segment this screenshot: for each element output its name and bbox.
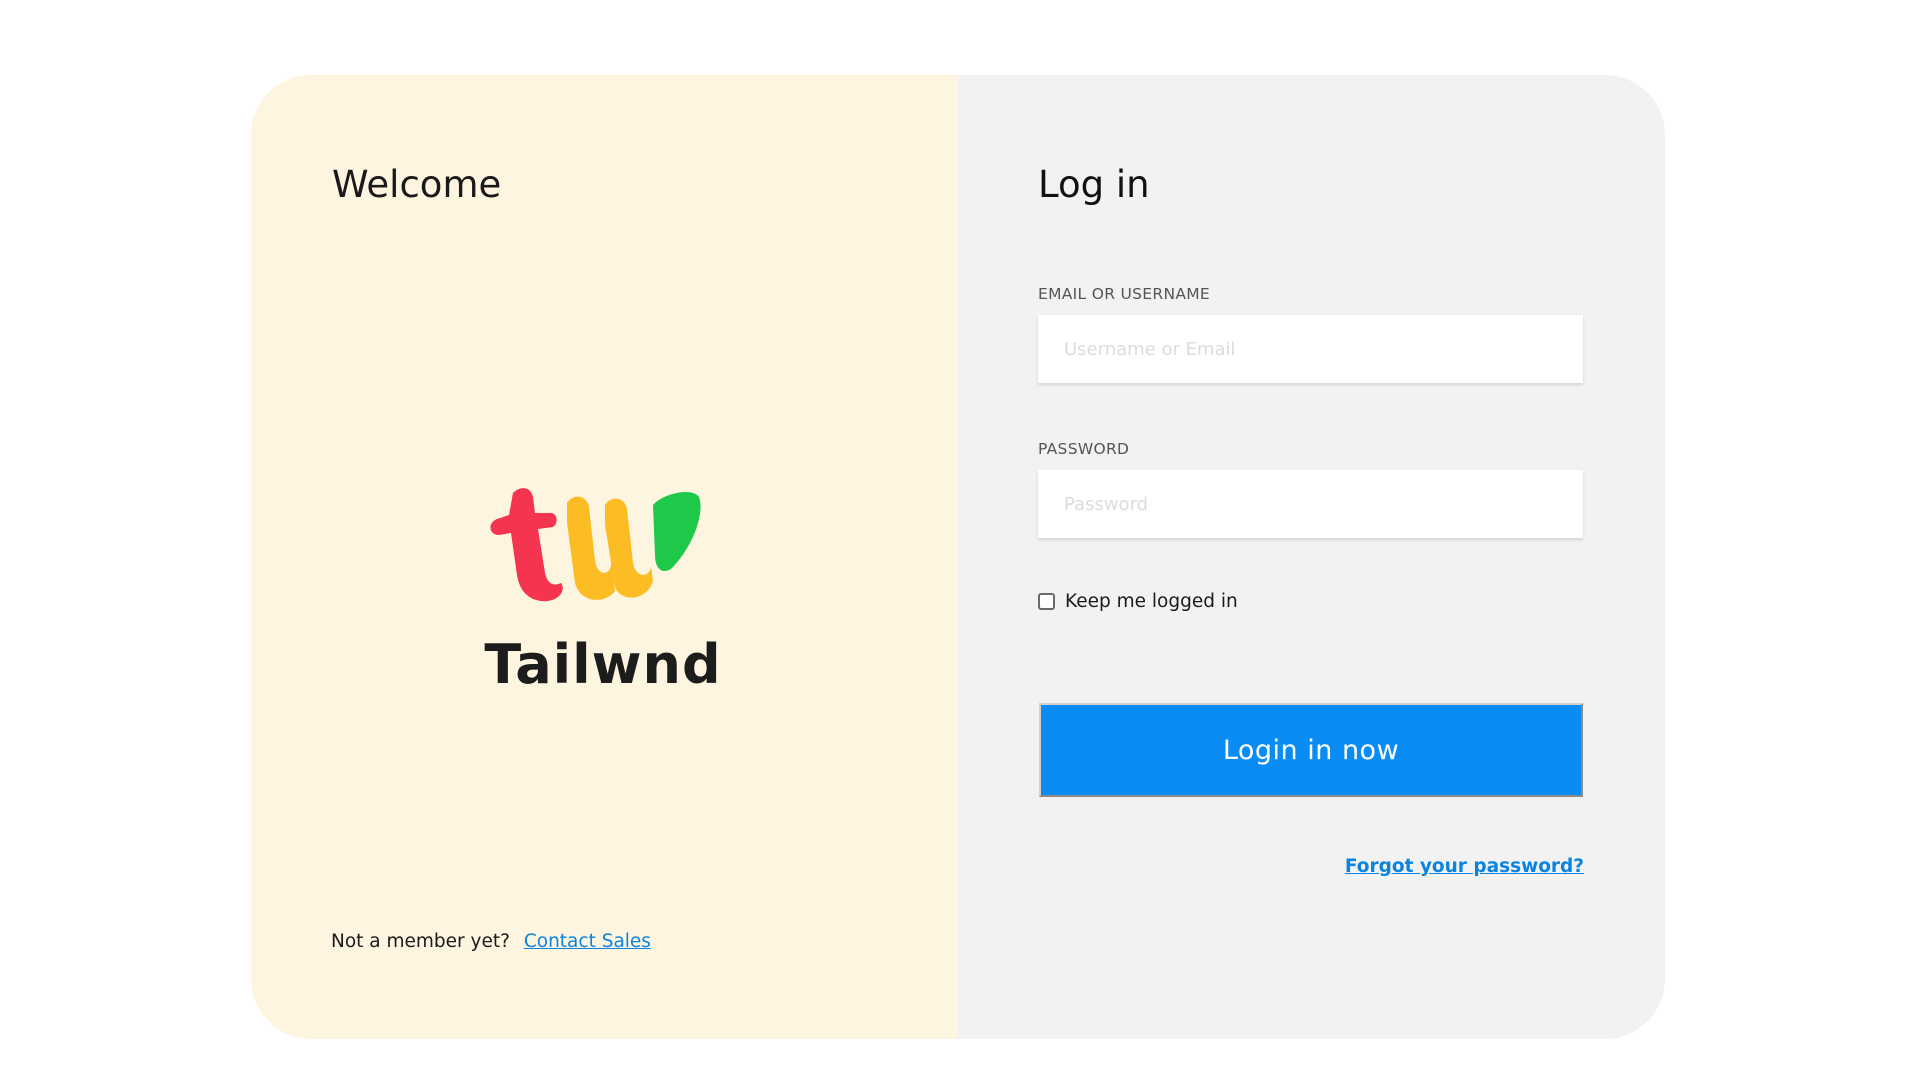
- email-input[interactable]: [1038, 315, 1583, 383]
- login-card: Welcome Tailwnd Not a member yet? Contac…: [251, 75, 1665, 1039]
- checkbox-unchecked-icon[interactable]: [1038, 593, 1055, 610]
- remember-me[interactable]: Keep me logged in: [1038, 591, 1238, 612]
- logo-t-shape: [490, 488, 563, 602]
- welcome-title: Welcome: [332, 163, 502, 206]
- login-button[interactable]: Login in now: [1039, 703, 1583, 797]
- contact-sales-link[interactable]: Contact Sales: [524, 931, 651, 952]
- tailwnd-logo-icon: [490, 488, 701, 602]
- remember-label: Keep me logged in: [1065, 591, 1238, 612]
- brand-logo: Tailwnd: [483, 483, 723, 703]
- brand-name: Tailwnd: [484, 633, 722, 696]
- password-label: PASSWORD: [1038, 440, 1130, 458]
- logo-leaf-shape: [653, 491, 701, 572]
- welcome-panel: Welcome Tailwnd Not a member yet? Contac…: [251, 75, 958, 1039]
- login-panel: Log in EMAIL OR USERNAME PASSWORD Keep m…: [958, 75, 1665, 1039]
- password-input[interactable]: [1038, 470, 1583, 538]
- member-text: Not a member yet?: [331, 931, 510, 952]
- forgot-password-link[interactable]: Forgot your password?: [1345, 856, 1584, 877]
- member-prompt: Not a member yet? Contact Sales: [331, 931, 651, 952]
- login-title: Log in: [1038, 163, 1150, 206]
- email-label: EMAIL OR USERNAME: [1038, 285, 1211, 303]
